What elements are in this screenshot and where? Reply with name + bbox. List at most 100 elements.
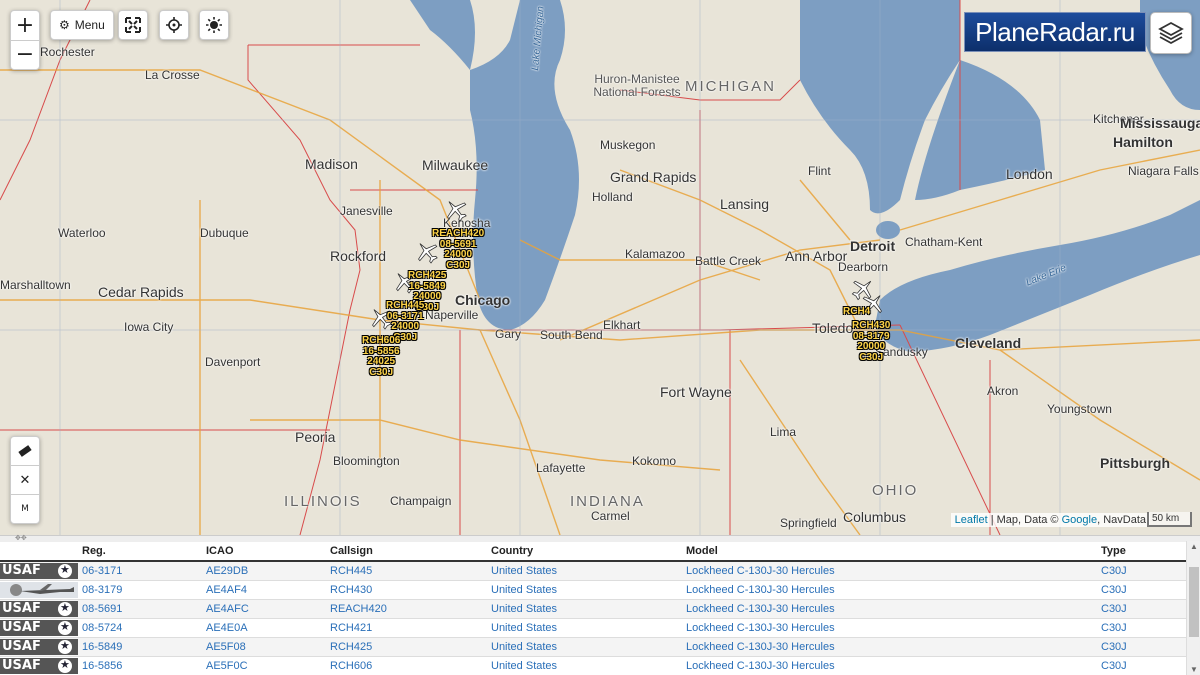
city-label: Elkhart — [603, 318, 641, 332]
type-cell[interactable]: C30J — [1101, 641, 1161, 653]
icao-cell[interactable]: AE5F08 — [206, 641, 330, 653]
map[interactable]: Rochester La Crosse Madison Milwaukee Ja… — [0, 0, 1200, 535]
usaf-logo: USAF — [0, 657, 78, 674]
ruler-icon — [18, 445, 32, 457]
model-cell[interactable]: Lockheed C-130J-30 Hercules — [686, 603, 1101, 615]
callsign-cell[interactable]: RCH445 — [330, 565, 491, 577]
city-label: Columbus — [843, 509, 907, 525]
city-label: Rochester — [40, 45, 95, 59]
google-link[interactable]: Google — [1062, 514, 1097, 526]
aircraft-photo — [0, 582, 78, 598]
city-label: Hamilton — [1113, 134, 1173, 150]
col-type[interactable]: Type — [1101, 545, 1161, 557]
state-label: OHIO — [872, 482, 919, 499]
table-row[interactable]: USAF 16-5856AE5F0CRCH606United StatesLock… — [0, 657, 1186, 675]
table-row[interactable]: USAF 08-5724AE4E0ARCH421United StatesLock… — [0, 619, 1186, 638]
gear-icon: ⚙ — [59, 18, 70, 32]
callsign-cell[interactable]: RCH606 — [330, 660, 491, 672]
country-cell[interactable]: United States — [491, 660, 686, 672]
icao-cell[interactable]: AE5F0C — [206, 660, 330, 672]
aircraft-thumbnail: USAF — [0, 619, 82, 637]
col-country[interactable]: Country — [491, 545, 686, 557]
scroll-down-icon[interactable]: ▼ — [1190, 665, 1198, 674]
menu-button-label: Menu — [74, 18, 105, 32]
callsign-cell[interactable]: REACH420 — [330, 603, 491, 615]
city-label: Champaign — [390, 494, 452, 508]
fullscreen-button[interactable] — [118, 10, 148, 40]
flight-label: RCH430 08-3179 20000 C30J — [852, 320, 891, 363]
type-cell[interactable]: C30J — [1101, 603, 1161, 615]
reg-cell[interactable]: 08-5691 — [82, 603, 206, 615]
table-row[interactable]: USAF 06-3171AE29DBRCH445United StatesLock… — [0, 562, 1186, 581]
table-row[interactable]: USAF 08-5691AE4AFCREACH420United StatesLo… — [0, 600, 1186, 619]
menu-button[interactable]: ⚙ Menu — [50, 10, 114, 40]
country-cell[interactable]: United States — [491, 641, 686, 653]
reg-cell[interactable]: 08-3179 — [82, 584, 206, 596]
city-label: Gary — [495, 327, 522, 341]
city-label: South Bend — [540, 328, 603, 342]
model-cell[interactable]: Lockheed C-130J-30 Hercules — [686, 565, 1101, 577]
usaf-logo: USAF — [0, 619, 78, 636]
col-reg[interactable]: Reg. — [82, 545, 206, 557]
icao-cell[interactable]: AE29DB — [206, 565, 330, 577]
ruler-button[interactable] — [11, 437, 39, 466]
city-label: Mississauga — [1120, 115, 1200, 131]
city-label: Milwaukee — [422, 157, 489, 173]
country-cell[interactable]: United States — [491, 584, 686, 596]
flight-label: RCH606 16-5856 24025 C30J — [362, 335, 401, 378]
type-cell[interactable]: C30J — [1101, 622, 1161, 634]
measure-mode-button[interactable]: M — [11, 495, 39, 523]
brightness-button[interactable] — [199, 10, 229, 40]
aircraft-thumbnail — [0, 581, 82, 599]
table-row[interactable]: 08-3179 AE4AF4 RCH430 United States Lockheed… — [0, 581, 1186, 600]
model-cell[interactable]: Lockheed C-130J-30 Hercules — [686, 660, 1101, 672]
model-cell[interactable]: Lockheed C-130J-30 Hercules — [686, 584, 1101, 596]
brand-logo[interactable]: PlaneRadar.ru — [964, 12, 1146, 52]
reg-cell[interactable]: 16-5849 — [82, 641, 206, 653]
locate-button[interactable] — [159, 10, 189, 40]
reg-cell[interactable]: 06-3171 — [82, 565, 206, 577]
city-label: Janesville — [340, 204, 393, 218]
zoom-out-button[interactable]: − — [11, 41, 39, 70]
leaflet-link[interactable]: Leaflet — [955, 514, 988, 526]
city-label: Springfield — [780, 516, 837, 530]
flight-label: REACH420 08-5691 24000 C30J — [432, 228, 485, 271]
icao-cell[interactable]: AE4AFC — [206, 603, 330, 615]
city-label: London — [1006, 166, 1053, 182]
country-cell[interactable]: United States — [491, 622, 686, 634]
city-label: Muskegon — [600, 138, 656, 152]
reg-cell[interactable]: 08-5724 — [82, 622, 206, 634]
country-cell[interactable]: United States — [491, 603, 686, 615]
table-scrollbar[interactable]: ▲ ▼ — [1186, 541, 1200, 675]
measure-clear-button[interactable]: ✕ — [11, 466, 39, 495]
callsign-cell[interactable]: RCH421 — [330, 622, 491, 634]
zoom-control: + − — [10, 10, 40, 70]
zoom-in-button[interactable]: + — [11, 11, 39, 41]
type-cell[interactable]: C30J — [1101, 660, 1161, 672]
model-cell[interactable]: Lockheed C-130J-30 Hercules — [686, 622, 1101, 634]
table-row[interactable]: USAF 16-5849AE5F08RCH425United StatesLock… — [0, 638, 1186, 657]
layers-button[interactable] — [1150, 12, 1192, 54]
col-callsign[interactable]: Callsign — [330, 545, 491, 557]
icao-cell[interactable]: AE4AF4 — [206, 584, 330, 596]
city-label: Akron — [987, 384, 1019, 398]
icao-cell[interactable]: AE4E0A — [206, 622, 330, 634]
map-attribution: Leaflet | Map, Data © Google, NavData — [950, 513, 1150, 527]
city-label: Fort Wayne — [660, 384, 732, 400]
city-label: Cedar Rapids — [98, 284, 184, 300]
city-label: La Crosse — [145, 68, 200, 82]
model-cell[interactable]: Lockheed C-130J-30 Hercules — [686, 641, 1101, 653]
type-cell[interactable]: C30J — [1101, 565, 1161, 577]
city-label: Battle Creek — [695, 254, 762, 268]
scroll-up-icon[interactable]: ▲ — [1190, 542, 1198, 551]
city-label: Niagara Falls — [1128, 164, 1199, 178]
callsign-cell[interactable]: RCH425 — [330, 641, 491, 653]
country-cell[interactable]: United States — [491, 565, 686, 577]
reg-cell[interactable]: 16-5856 — [82, 660, 206, 672]
col-icao[interactable]: ICAO — [206, 545, 330, 557]
callsign-cell[interactable]: RCH430 — [330, 584, 491, 596]
region-label: Huron-Manistee National Forests — [593, 72, 681, 99]
col-model[interactable]: Model — [686, 545, 1101, 557]
scroll-thumb[interactable] — [1189, 567, 1199, 637]
type-cell[interactable]: C30J — [1101, 584, 1161, 596]
